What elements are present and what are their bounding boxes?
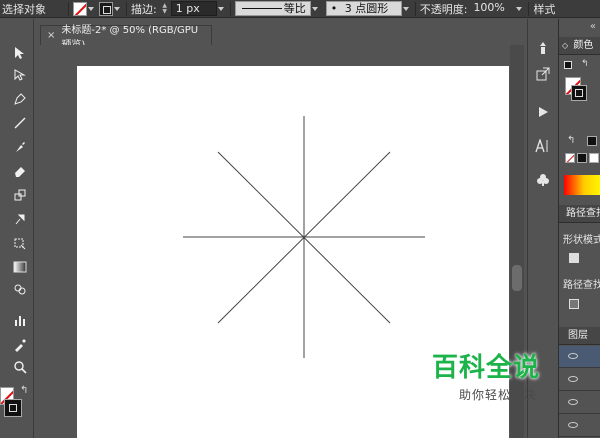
watermark-title: 百科全说 — [432, 353, 541, 383]
swap-fill-stroke-icon[interactable]: ↰ — [20, 385, 28, 396]
character-panel-icon[interactable] — [534, 137, 552, 155]
shape-modes-label: 形状模式 — [563, 235, 600, 246]
actions-play-icon[interactable] — [534, 103, 552, 121]
swap-colors-icon[interactable]: ↰ — [581, 59, 589, 69]
puppet-warp-tool-icon[interactable] — [12, 211, 28, 227]
paintbrush-tool-icon[interactable] — [12, 139, 28, 155]
pathfinders-label: 路径查找器 — [563, 280, 600, 291]
tools-panel: ↰ — [0, 19, 34, 438]
panel-stroke-swatch[interactable] — [571, 85, 587, 101]
brush-definition-dropdown[interactable]: • 3 点圆形 — [325, 1, 402, 16]
stroke-inner — [575, 89, 583, 97]
eye-icon[interactable] — [568, 399, 578, 405]
pathfinder-panel-header[interactable]: 路径查找器 — [559, 205, 600, 223]
stroke-weight-field[interactable]: 1 px — [170, 1, 217, 16]
up-arrow-icon[interactable]: ↰ — [567, 135, 575, 146]
brush-dot-icon: • — [330, 2, 338, 15]
layer-row[interactable] — [559, 346, 600, 368]
opacity-label[interactable]: 不透明度: — [420, 1, 468, 17]
direct-selection-tool-icon[interactable] — [12, 67, 28, 83]
chevron-down-icon[interactable] — [217, 2, 226, 16]
line-tool-icon[interactable] — [12, 115, 28, 131]
black-small-swatch[interactable] — [577, 153, 587, 163]
scale-tool-icon[interactable] — [12, 187, 28, 203]
stroke-profile-preview — [241, 8, 282, 9]
unite-shape-icon[interactable] — [569, 253, 579, 263]
layer-row[interactable] — [559, 415, 600, 437]
chevron-down-icon[interactable] — [311, 2, 320, 16]
close-icon[interactable]: × — [47, 30, 55, 41]
eye-icon[interactable] — [568, 353, 578, 359]
right-panels: « ◇ 颜色 ↰ ↰ 路径查找器 形状模式 路径查找器 图层 — [558, 19, 600, 438]
fill-swatch[interactable] — [73, 1, 87, 16]
none-slash — [566, 154, 574, 162]
layer-row[interactable] — [559, 369, 600, 391]
selection-status: 选择对象 — [2, 2, 46, 16]
divider — [528, 1, 530, 16]
selection-tool-icon[interactable] — [12, 45, 28, 61]
stroke-swatch[interactable] — [99, 1, 113, 16]
opacity-field[interactable]: 100% — [469, 1, 515, 16]
eye-icon[interactable] — [568, 422, 578, 428]
free-transform-tool-icon[interactable] — [12, 235, 28, 251]
scroll-thumb[interactable] — [512, 265, 522, 291]
color-panel-title: 颜色 — [573, 40, 594, 51]
white-small-swatch[interactable] — [589, 153, 599, 163]
stroke-profile-label: 等比 — [283, 2, 306, 15]
chevron-down-icon[interactable] — [402, 2, 411, 16]
pathfinder-title: 路径查找器 — [566, 208, 600, 219]
club-symbol-icon[interactable] — [534, 171, 552, 189]
divider — [68, 1, 69, 16]
eye-icon[interactable] — [568, 376, 578, 382]
stroke-label[interactable]: 描边: — [131, 1, 157, 17]
stroke-color-swatch[interactable] — [4, 399, 22, 417]
divider — [126, 1, 127, 16]
color-spectrum-bar[interactable] — [564, 175, 600, 195]
column-graph-tool-icon[interactable] — [12, 313, 28, 329]
black-swatch[interactable] — [587, 136, 597, 146]
chevron-down-icon[interactable] — [113, 2, 122, 16]
symbols-panel-icon[interactable] — [534, 39, 552, 57]
stroke-profile-dropdown[interactable]: 等比 — [234, 1, 311, 16]
divide-shape-icon[interactable] — [569, 299, 579, 309]
export-panel-icon[interactable] — [534, 65, 552, 83]
control-bar: 选择对象 描边: ▲ ▼ 1 px 等比 • 3 点圆形 不透明度: 100% 样… — [0, 0, 600, 18]
color-panel-header[interactable]: ◇ 颜色 — [559, 37, 600, 55]
gradient-tool-icon[interactable] — [12, 259, 28, 275]
layers-title: 图层 — [568, 330, 588, 341]
watermark-subtitle: 助你轻松解决 — [458, 388, 537, 402]
chevron-down-icon[interactable] — [515, 2, 524, 16]
pen-tool-icon[interactable] — [12, 91, 28, 107]
stroke-weight-stepper[interactable]: ▲ ▼ — [161, 2, 169, 16]
default-colors-icon[interactable] — [564, 61, 572, 69]
eraser-tool-icon[interactable] — [12, 163, 28, 179]
layers-panel-header[interactable]: 图层 — [559, 327, 600, 345]
brush-name: 3 点圆形 — [344, 2, 389, 15]
style-label[interactable]: 样式 — [533, 1, 555, 17]
divider — [229, 1, 231, 16]
document-tab[interactable]: × 未标题-2* @ 50% (RGB/GPU 预览) — [40, 25, 212, 51]
panel-toggle-icon: ◇ — [562, 41, 569, 50]
stroke-inner — [9, 404, 17, 412]
chevron-down-icon[interactable] — [87, 2, 96, 16]
layer-row[interactable] — [559, 392, 600, 414]
collapse-panels-icon[interactable]: « — [590, 21, 596, 32]
none-swatch[interactable] — [565, 153, 575, 163]
divider — [414, 1, 416, 16]
watermark: 百科全说 助你轻松解决 — [432, 352, 564, 403]
eyedropper-tool-icon[interactable] — [12, 337, 28, 353]
zoom-tool-icon[interactable] — [12, 359, 28, 375]
shape-builder-tool-icon[interactable] — [12, 281, 28, 297]
